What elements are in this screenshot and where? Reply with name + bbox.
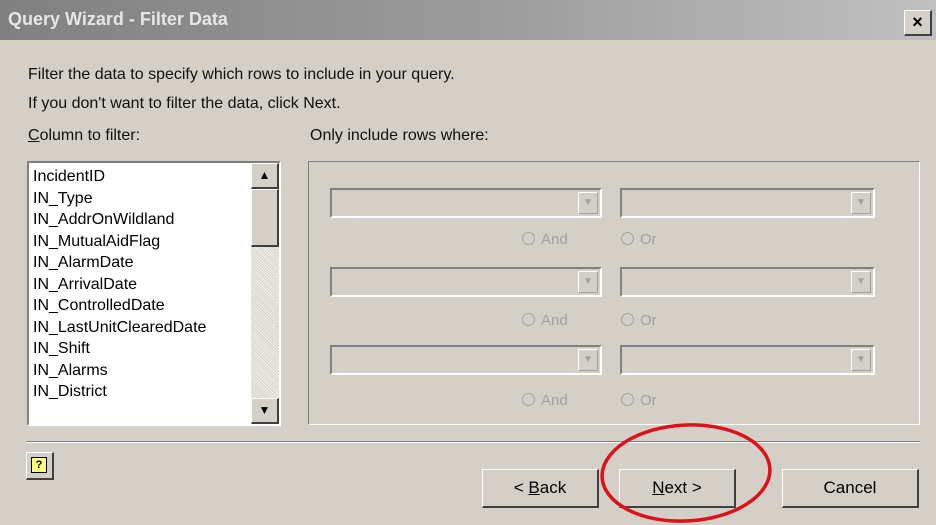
column-list: IncidentID IN_Type IN_AddrOnWildland IN_… xyxy=(33,166,251,403)
annotation-ellipse xyxy=(600,423,772,523)
scroll-up-button[interactable]: ▲ xyxy=(251,163,279,189)
combo-arrow-glyph: ▼ xyxy=(583,197,593,208)
radio-dot xyxy=(621,232,634,245)
arrow-down-icon: ▼ xyxy=(258,403,271,417)
query-wizard-dialog: Query Wizard - Filter Data × Filter the … xyxy=(0,0,936,525)
list-item[interactable]: IN_AlarmDate xyxy=(33,252,251,274)
title-bar: Query Wizard - Filter Data × xyxy=(0,0,936,40)
column-label-accelerator: C xyxy=(28,127,40,144)
list-item[interactable]: IN_LastUnitClearedDate xyxy=(33,317,251,339)
close-icon: × xyxy=(912,12,923,32)
operator-combo-2: ▼ xyxy=(330,267,602,297)
list-item[interactable]: IN_Shift xyxy=(33,338,251,360)
back-label: ack xyxy=(539,478,567,497)
and-radio-2: And xyxy=(522,312,568,332)
list-item[interactable]: IN_ControlledDate xyxy=(33,295,251,317)
or-radio-2: Or xyxy=(621,312,657,332)
value-combo-3: ▼ xyxy=(620,345,875,375)
filter-criteria-panel: ▼ ▼ And Or ▼ ▼ And Or ▼ ▼ And Or xyxy=(308,161,920,425)
radio-dot xyxy=(522,313,535,326)
or-radio-label: Or xyxy=(640,312,657,329)
combo-arrow-glyph: ▼ xyxy=(856,354,866,365)
combo-arrow-glyph: ▼ xyxy=(856,197,866,208)
and-radio-3: And xyxy=(522,392,568,412)
help-button[interactable]: ? xyxy=(26,452,54,480)
scroll-down-button[interactable]: ▼ xyxy=(251,398,279,424)
operator-combo-3: ▼ xyxy=(330,345,602,375)
scroll-thumb[interactable] xyxy=(251,189,279,247)
radio-dot xyxy=(621,393,634,406)
radio-dot xyxy=(621,313,634,326)
radio-dot xyxy=(522,232,535,245)
and-radio-label: And xyxy=(541,392,568,409)
list-item[interactable]: IN_ArrivalDate xyxy=(33,274,251,296)
or-radio-3: Or xyxy=(621,392,657,412)
chevron-down-icon: ▼ xyxy=(851,192,871,214)
column-label-text: olumn to filter: xyxy=(39,127,141,144)
and-radio-1: And xyxy=(522,231,568,251)
radio-dot xyxy=(522,393,535,406)
combo-arrow-glyph: ▼ xyxy=(583,354,593,365)
chevron-down-icon: ▼ xyxy=(851,349,871,371)
back-prefix: < xyxy=(513,478,529,497)
back-accelerator: B xyxy=(528,478,540,497)
column-listbox[interactable]: IncidentID IN_Type IN_AddrOnWildland IN_… xyxy=(27,161,281,426)
only-include-rows-label: Only include rows where: xyxy=(310,127,489,144)
column-list-scrollbar[interactable]: ▲ ▼ xyxy=(251,163,279,424)
help-icon: ? xyxy=(31,457,47,473)
arrow-up-icon: ▲ xyxy=(258,168,271,182)
value-combo-1: ▼ xyxy=(620,188,875,218)
chevron-down-icon: ▼ xyxy=(578,192,598,214)
list-item[interactable]: IN_AddrOnWildland xyxy=(33,209,251,231)
list-item[interactable]: IN_Type xyxy=(33,188,251,210)
value-combo-2: ▼ xyxy=(620,267,875,297)
chevron-down-icon: ▼ xyxy=(851,271,871,293)
and-radio-label: And xyxy=(541,231,568,248)
cancel-label: Cancel xyxy=(823,478,877,497)
list-item[interactable]: IN_MutualAidFlag xyxy=(33,231,251,253)
operator-combo-1: ▼ xyxy=(330,188,602,218)
instruction-line-2: If you don't want to filter the data, cl… xyxy=(28,95,341,112)
or-radio-1: Or xyxy=(621,231,657,251)
close-button[interactable]: × xyxy=(904,10,932,36)
window-title: Query Wizard - Filter Data xyxy=(8,9,228,29)
list-item[interactable]: IncidentID xyxy=(33,166,251,188)
combo-arrow-glyph: ▼ xyxy=(856,276,866,287)
or-radio-label: Or xyxy=(640,392,657,409)
list-item[interactable]: IN_Alarms xyxy=(33,360,251,382)
column-to-filter-label: Column to filter: xyxy=(28,127,140,145)
separator-highlight xyxy=(26,442,920,443)
list-item[interactable]: IN_District xyxy=(33,381,251,403)
combo-arrow-glyph: ▼ xyxy=(583,276,593,287)
and-radio-label: And xyxy=(541,312,568,329)
instruction-line-1: Filter the data to specify which rows to… xyxy=(28,66,455,83)
chevron-down-icon: ▼ xyxy=(578,271,598,293)
back-button[interactable]: < Back xyxy=(482,469,599,508)
chevron-down-icon: ▼ xyxy=(578,349,598,371)
or-radio-label: Or xyxy=(640,231,657,248)
cancel-button[interactable]: Cancel xyxy=(782,469,919,508)
annotation-circle xyxy=(600,423,772,523)
